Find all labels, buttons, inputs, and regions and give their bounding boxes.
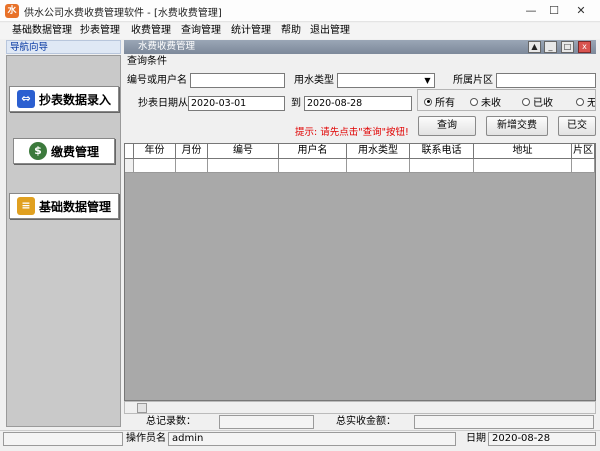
nav-label: 抄表数据录入 bbox=[38, 92, 111, 107]
maximize-button[interactable]: ☐ bbox=[545, 3, 563, 18]
query-button[interactable]: 查询 bbox=[418, 116, 476, 136]
data-grid[interactable]: 年份 月份 编号 用户名 用水类型 联系电话 地址 片区 bbox=[124, 143, 596, 401]
total-amount-label: 总实收金额： bbox=[336, 416, 396, 427]
table-cell[interactable] bbox=[208, 159, 279, 173]
menu-exit[interactable]: 退出管理 bbox=[308, 24, 352, 38]
table-cell[interactable] bbox=[347, 159, 410, 173]
title-bar: 水 供水公司水费收费管理软件 - [水费收费管理] — ☐ ✕ bbox=[0, 0, 600, 22]
grid-header-address[interactable]: 地址 bbox=[474, 144, 572, 159]
total-records-value bbox=[219, 415, 314, 429]
nav-label: 基础数据管理 bbox=[38, 199, 111, 214]
child-close-button[interactable]: x bbox=[578, 41, 591, 53]
menu-bar: 基础数据管理 抄表管理 收费管理 查询管理 统计管理 帮助 退出管理 bbox=[0, 23, 600, 39]
radio-dot bbox=[424, 97, 432, 106]
operator-label: 操作员名 bbox=[126, 433, 166, 444]
menu-charging[interactable]: 收费管理 bbox=[129, 24, 173, 38]
child-minimize-button[interactable]: _ bbox=[544, 41, 557, 53]
paid-button[interactable]: 已交 bbox=[558, 116, 596, 136]
totals-bar: 总记录数： 总实收金额： bbox=[124, 414, 596, 430]
radio-all[interactable]: 所有 bbox=[424, 94, 455, 109]
date-to-input[interactable]: 2020-08-28 bbox=[304, 96, 412, 111]
scrollbar-thumb[interactable] bbox=[137, 403, 147, 413]
menu-help[interactable]: 帮助 bbox=[279, 24, 303, 38]
data-settings-icon: ≡ bbox=[16, 197, 35, 215]
date-value: 2020-08-28 bbox=[488, 432, 596, 446]
table-cell[interactable] bbox=[572, 159, 595, 173]
grid-header-indicator bbox=[125, 144, 134, 159]
child-maximize-button[interactable]: □ bbox=[561, 41, 574, 53]
nav-header: 导航向导 bbox=[6, 40, 121, 54]
grid-header: 年份 月份 编号 用户名 用水类型 联系电话 地址 片区 bbox=[125, 144, 595, 159]
row-indicator bbox=[125, 159, 134, 173]
grid-header-username[interactable]: 用户名 bbox=[279, 144, 347, 159]
status-radio-group: 所有 未收 已收 无 bbox=[417, 89, 596, 111]
horizontal-scrollbar[interactable] bbox=[124, 401, 596, 414]
child-up-button[interactable]: ▲ bbox=[528, 41, 541, 53]
nav-basic-data-button[interactable]: ≡ 基础数据管理 bbox=[9, 193, 119, 219]
child-window-title: 水费收费管理 bbox=[138, 41, 196, 52]
table-cell[interactable] bbox=[279, 159, 347, 173]
menu-meter-reading[interactable]: 抄表管理 bbox=[78, 24, 122, 38]
status-empty-box bbox=[3, 432, 123, 446]
radio-dot bbox=[576, 97, 584, 106]
table-cell[interactable] bbox=[474, 159, 572, 173]
table-cell[interactable] bbox=[134, 159, 176, 173]
nav-meter-entry-button[interactable]: ⇔ 抄表数据录入 bbox=[9, 86, 119, 112]
sidebar: ⇔ 抄表数据录入 $ 缴费管理 ≡ 基础数据管理 bbox=[6, 55, 121, 427]
total-amount-value bbox=[414, 415, 594, 429]
nav-payment-button[interactable]: $ 缴费管理 bbox=[13, 138, 115, 164]
table-row[interactable] bbox=[125, 159, 595, 173]
area-label: 所属片区 bbox=[453, 75, 493, 86]
grid-header-year[interactable]: 年份 bbox=[134, 144, 176, 159]
operator-value: admin bbox=[168, 432, 456, 446]
radio-unpaid[interactable]: 未收 bbox=[470, 94, 501, 109]
add-payment-button[interactable]: 新增交费 bbox=[486, 116, 548, 136]
radio-label: 未收 bbox=[481, 98, 501, 109]
radio-label: 所有 bbox=[435, 98, 455, 109]
table-cell[interactable] bbox=[410, 159, 474, 173]
hint-text: 提示: 请先点击"查询"按钮! bbox=[295, 127, 409, 138]
app-icon: 水 bbox=[5, 4, 19, 18]
radio-dot bbox=[470, 97, 478, 106]
grid-header-phone[interactable]: 联系电话 bbox=[410, 144, 474, 159]
date-from-input[interactable]: 2020-03-01 bbox=[188, 96, 285, 111]
money-bag-icon: $ bbox=[28, 142, 47, 160]
nav-label: 缴费管理 bbox=[50, 144, 99, 159]
water-type-select[interactable]: ▼ bbox=[337, 73, 435, 88]
user-label: 编号或用户名 bbox=[127, 75, 187, 86]
date-to-label: 到 bbox=[291, 98, 301, 109]
total-records-label: 总记录数： bbox=[146, 416, 196, 427]
radio-paid[interactable]: 已收 bbox=[522, 94, 553, 109]
grid-header-id[interactable]: 编号 bbox=[208, 144, 279, 159]
area-input[interactable] bbox=[496, 73, 596, 88]
grid-header-month[interactable]: 月份 bbox=[176, 144, 208, 159]
menu-basic-data[interactable]: 基础数据管理 bbox=[10, 24, 74, 38]
close-button[interactable]: ✕ bbox=[572, 3, 590, 18]
table-cell[interactable] bbox=[176, 159, 208, 173]
radio-dot bbox=[522, 97, 530, 106]
chevron-down-icon: ▼ bbox=[424, 76, 431, 85]
query-group-label: 查询条件 bbox=[127, 56, 167, 67]
water-type-label: 用水类型 bbox=[294, 75, 334, 86]
date-label: 日期 bbox=[466, 433, 486, 444]
radio-none[interactable]: 无 bbox=[576, 94, 596, 109]
grid-header-area[interactable]: 片区 bbox=[572, 144, 595, 159]
date-from-label: 抄表日期从 bbox=[138, 98, 188, 109]
menu-statistics[interactable]: 统计管理 bbox=[229, 24, 273, 38]
menu-query[interactable]: 查询管理 bbox=[179, 24, 223, 38]
child-window-title-bar: 水费收费管理 ▲ _ □ x bbox=[124, 40, 596, 54]
meter-reading-icon: ⇔ bbox=[16, 90, 35, 108]
minimize-button[interactable]: — bbox=[522, 3, 540, 18]
grid-header-water-type[interactable]: 用水类型 bbox=[347, 144, 410, 159]
radio-label: 无 bbox=[587, 98, 596, 109]
status-bar: 操作员名 admin 日期 2020-08-28 bbox=[0, 430, 600, 446]
radio-label: 已收 bbox=[533, 98, 553, 109]
user-input[interactable] bbox=[190, 73, 285, 88]
window-title: 供水公司水费收费管理软件 - [水费收费管理] bbox=[24, 8, 222, 19]
